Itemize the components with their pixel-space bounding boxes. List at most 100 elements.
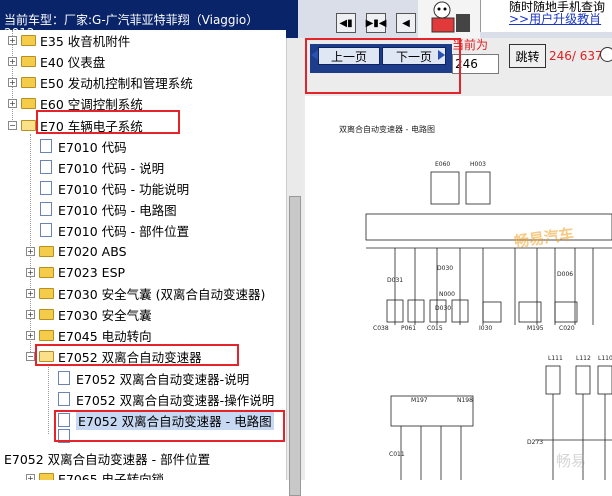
tree-item-e7052-desc[interactable]: E7052 双离合自动变速器-说明 xyxy=(58,368,249,388)
folder-icon xyxy=(39,308,54,320)
collapse-icon[interactable]: − xyxy=(8,120,17,130)
tree-item-label: E7010 代码 - 功能说明 xyxy=(58,181,190,197)
tree-tooltip: E7052 双离合自动变速器 - 部件位置 xyxy=(4,448,210,468)
back-icon: ◀▮ xyxy=(339,17,353,29)
collapse-icon[interactable]: − xyxy=(26,351,35,361)
tree-item-e7052[interactable]: − E7052 双离合自动变速器 xyxy=(26,346,202,366)
tree-item-label: E70 车辆电子系统 xyxy=(40,118,143,134)
tree-item-label: E7030 安全气囊 xyxy=(58,307,152,323)
tree-item-e7052-extra-doc[interactable] xyxy=(58,426,76,446)
next-page-label: 下一页 xyxy=(395,49,432,64)
tree-item-e7030[interactable]: + E7030 安全气囊 xyxy=(26,304,152,324)
folder-icon xyxy=(39,245,54,257)
expand-icon[interactable]: + xyxy=(26,309,35,319)
tree-item-label: E50 发动机控制和管理系统 xyxy=(40,75,193,91)
tree-item-e7010-function[interactable]: E7010 代码 - 功能说明 xyxy=(40,178,189,198)
document-icon xyxy=(40,181,52,195)
tree-item-e7065[interactable]: + E7065 电子转向锁 xyxy=(26,468,164,480)
tree-item-e7030-dct[interactable]: + E7030 安全气囊 (双离合自动变速器) xyxy=(26,283,265,303)
forward-button[interactable]: ◀ xyxy=(396,13,416,33)
tree-item-label: E7052 双离合自动变速器-说明 xyxy=(76,371,250,387)
tree-item-e70[interactable]: − E70 车辆电子系统 xyxy=(8,115,143,135)
svg-text:D030: D030 xyxy=(435,305,451,312)
folder-icon xyxy=(21,34,36,46)
back-button[interactable]: ◀▮ xyxy=(336,13,356,33)
svg-text:N000: N000 xyxy=(439,291,455,298)
car-model-label: 当前车型：厂家:G-广汽菲亚特菲翔（Viaggio） xyxy=(4,13,259,27)
tree-item-e7010-location[interactable]: E7010 代码 - 部件位置 xyxy=(40,220,189,240)
circuit-diagram: E060 H003 D031 D030 N000 D030 D006 C038 … xyxy=(365,161,612,480)
document-icon xyxy=(58,429,70,443)
prev-arrow-icon xyxy=(311,50,318,60)
tree-item-e60[interactable]: + E60 空调控制系统 xyxy=(8,93,143,113)
tree-item-label: E7052 双离合自动变速器 xyxy=(58,349,202,365)
expand-icon[interactable]: + xyxy=(8,56,17,66)
svg-text:C011: C011 xyxy=(389,451,405,458)
page-number-input[interactable] xyxy=(452,54,499,74)
tree-item-e7010-circuit[interactable]: E7010 代码 - 电路图 xyxy=(40,199,177,219)
tree-scrollbar[interactable] xyxy=(286,38,304,496)
expand-icon[interactable]: + xyxy=(26,267,35,277)
tree-item-label-selected: E7052 双离合自动变速器 - 电路图 xyxy=(76,410,274,430)
tree-item-e7010-code[interactable]: E7010 代码 xyxy=(40,136,127,156)
expand-icon[interactable]: + xyxy=(26,288,35,298)
expand-icon[interactable]: + xyxy=(26,330,35,340)
forward-icon: ◀ xyxy=(402,17,410,29)
document-icon xyxy=(40,139,52,153)
expand-icon[interactable]: + xyxy=(8,77,17,87)
document-icon xyxy=(58,392,70,406)
tree-item-e7052-operation[interactable]: E7052 双离合自动变速器-操作说明 xyxy=(58,389,274,409)
folder-icon xyxy=(39,472,54,480)
tree-item-e50[interactable]: + E50 发动机控制和管理系统 xyxy=(8,72,193,92)
tree-item-e7020[interactable]: + E7020 ABS xyxy=(26,241,127,261)
tree-item-label: E40 仪表盘 xyxy=(40,54,106,70)
document-icon xyxy=(40,160,52,174)
tree-item-e40[interactable]: + E40 仪表盘 xyxy=(8,51,105,71)
tree-item-label: E7010 代码 - 说明 xyxy=(58,160,165,176)
jump-button[interactable]: 跳转 xyxy=(509,44,546,68)
expand-icon[interactable]: + xyxy=(26,473,35,480)
svg-text:D006: D006 xyxy=(557,271,573,278)
component-box xyxy=(430,171,460,205)
upgrade-link[interactable]: >>用户升级教肖 xyxy=(509,10,601,27)
prev-page-button[interactable]: 上一页 xyxy=(318,47,380,65)
expand-icon[interactable]: + xyxy=(26,246,35,256)
svg-text:C020: C020 xyxy=(559,325,575,332)
collapse-icon: ▶▮◀ xyxy=(365,17,387,29)
tree-item-label: E7065 电子转向锁 xyxy=(58,471,165,481)
tree-item-e7052-circuit[interactable]: E7052 双离合自动变速器 - 电路图 xyxy=(58,410,274,430)
folder-icon xyxy=(21,97,36,109)
folder-icon xyxy=(21,55,36,67)
svg-text:L111: L111 xyxy=(548,355,563,362)
document-icon xyxy=(58,371,70,385)
page-counter: 246/ 637 xyxy=(549,49,603,63)
circle-icon[interactable] xyxy=(600,47,612,62)
svg-text:C015: C015 xyxy=(427,325,443,332)
tree-item-label: E7030 安全气囊 (双离合自动变速器) xyxy=(58,286,266,302)
diagram-watermark-2: 畅易 xyxy=(556,452,587,470)
svg-text:D273: D273 xyxy=(527,439,543,446)
svg-text:I030: I030 xyxy=(479,325,492,332)
ad-banner[interactable]: 随时随地手机查询 >>用户升级教肖 xyxy=(480,0,612,32)
svg-text:M195: M195 xyxy=(527,325,544,332)
svg-text:M197: M197 xyxy=(411,397,428,404)
expand-icon[interactable]: + xyxy=(8,35,17,45)
tree-item-e7045[interactable]: + E7045 电动转向 xyxy=(26,325,152,345)
jump-label: 跳转 xyxy=(515,49,540,64)
collapse-button[interactable]: ▶▮◀ xyxy=(366,13,386,33)
svg-text:D030: D030 xyxy=(437,265,453,272)
tree-item-label: E7020 ABS xyxy=(58,243,127,259)
tree-item-e7010-desc[interactable]: E7010 代码 - 说明 xyxy=(40,157,164,177)
svg-text:N198: N198 xyxy=(457,397,473,404)
svg-text:E060: E060 xyxy=(435,161,450,168)
tree-item-label: E60 空调控制系统 xyxy=(40,96,143,112)
document-icon xyxy=(40,223,52,237)
svg-text:P061: P061 xyxy=(401,325,416,332)
svg-text:C038: C038 xyxy=(373,325,389,332)
tree-item-e35[interactable]: + E35 收音机附件 xyxy=(8,30,130,50)
scrollbar-thumb[interactable] xyxy=(289,196,301,496)
prev-page-label: 上一页 xyxy=(330,49,367,64)
tree-item-e7023[interactable]: + E7023 ESP xyxy=(26,262,125,282)
svg-text:L110: L110 xyxy=(598,355,612,362)
expand-icon[interactable]: + xyxy=(8,98,17,108)
